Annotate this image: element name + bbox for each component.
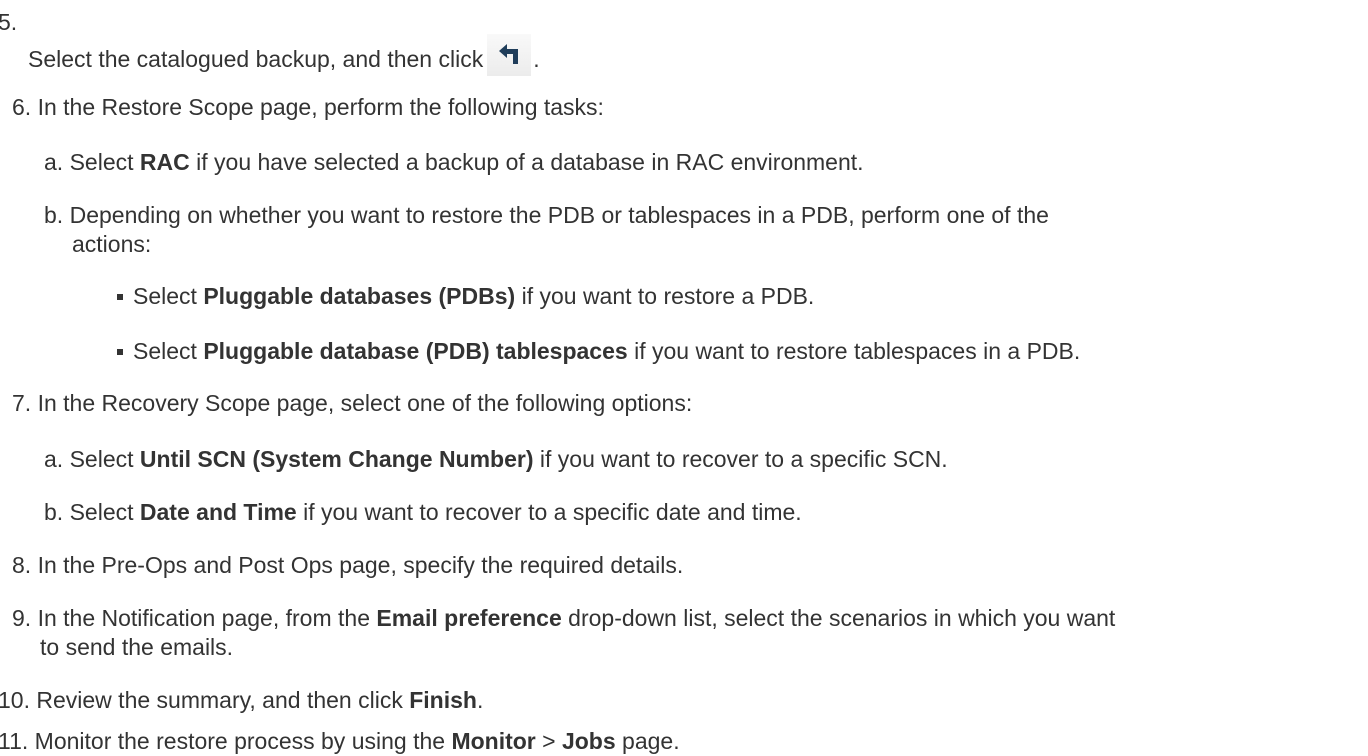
step-9-pre: In the Notification page, from the <box>37 605 370 631</box>
step-11-number: 11. <box>0 728 29 754</box>
bullet-pre: Select <box>133 338 197 364</box>
step-10-post: . <box>476 687 484 713</box>
step-7-text: In the Recovery Scope page, select one o… <box>37 390 693 416</box>
bullet-post: if you want to restore tablespaces in a … <box>634 338 1081 364</box>
step-9-bold: Email preference <box>376 605 562 631</box>
step-7a-bold: Until SCN (System Change Number) <box>139 446 534 472</box>
restore-button-image <box>487 34 532 76</box>
step-9-line2: to send the emails. <box>40 634 234 660</box>
step-11-bold-monitor: Monitor <box>451 728 536 754</box>
step-6-text: In the Restore Scope page, perform the f… <box>37 94 604 120</box>
step-11-bold-jobs: Jobs <box>561 728 616 754</box>
step-7b-post: if you want to recover to a specific dat… <box>303 499 802 525</box>
step-11: 11. Monitor the restore process by using… <box>0 726 680 756</box>
step-5-text: Select the catalogued backup, and then c… <box>28 34 540 82</box>
step-6a-bold: RAC <box>139 149 190 175</box>
step-7b-pre: Select <box>69 499 134 525</box>
step-8-number: 8. <box>12 552 32 578</box>
step-5-period: . <box>533 46 540 73</box>
step-10-pre: Review the summary, and then click <box>36 687 403 713</box>
step-7-number: 7. <box>12 390 32 416</box>
bullet-post: if you want to restore a PDB. <box>521 283 815 309</box>
step-7a-post: if you want to recover to a specific SCN… <box>539 446 948 472</box>
step-9-post: drop-down list, select the scenarios in … <box>568 605 1116 631</box>
step-6a-marker: a. <box>44 149 64 175</box>
step-7b: b. Select Date and Time if you want to r… <box>44 497 802 527</box>
step-6: 6. In the Restore Scope page, perform th… <box>12 92 604 122</box>
bullet-marker <box>117 294 123 300</box>
step-5-number: 5. <box>0 9 18 35</box>
step-6a-post: if you have selected a backup of a datab… <box>196 149 864 175</box>
step-8-text: In the Pre-Ops and Post Ops page, specif… <box>37 552 684 578</box>
step-7b-marker: b. <box>44 499 64 525</box>
step-6a-pre: Select <box>69 149 134 175</box>
step-6-number: 6. <box>12 94 32 120</box>
step-9: 9. In the Notification page, from the Em… <box>12 603 1115 633</box>
bullet-bold: Pluggable databases (PDBs) <box>203 283 516 309</box>
step-7a: a. Select Until SCN (System Change Numbe… <box>44 444 948 474</box>
step-7: 7. In the Recovery Scope page, select on… <box>12 388 692 418</box>
step-6b-marker: b. <box>44 202 64 228</box>
restore-arrow-icon <box>499 44 519 64</box>
step-11-post: page. <box>622 728 680 754</box>
step-7b-bold: Date and Time <box>139 499 297 525</box>
step-6b-line2: actions: <box>72 231 152 257</box>
step-10: 10. Review the summary, and then click F… <box>0 685 483 715</box>
bullet-marker <box>117 349 123 355</box>
bullet-item: Select Pluggable databases (PDBs) if you… <box>117 281 814 311</box>
bullet-item: Select Pluggable database (PDB) tablespa… <box>117 336 1080 366</box>
step-6a: a. Select RAC if you have selected a bac… <box>44 147 864 177</box>
step-7a-pre: Select <box>69 446 134 472</box>
step-11-sep: > <box>542 728 556 754</box>
step-10-number: 10. <box>0 687 30 713</box>
step-6b-line1: Depending on whether you want to restore… <box>69 202 1049 228</box>
step-9-number: 9. <box>12 605 32 631</box>
bullet-pre: Select <box>133 283 197 309</box>
step-6b: b. Depending on whether you want to rest… <box>44 200 1049 230</box>
step-11-pre: Monitor the restore process by using the <box>34 728 446 754</box>
bullet-bold: Pluggable database (PDB) tablespaces <box>203 338 628 364</box>
step-10-bold: Finish <box>409 687 477 713</box>
step-7a-marker: a. <box>44 446 64 472</box>
step-8: 8. In the Pre-Ops and Post Ops page, spe… <box>12 550 683 580</box>
step-5-label: Select the catalogued backup, and then c… <box>28 46 484 73</box>
